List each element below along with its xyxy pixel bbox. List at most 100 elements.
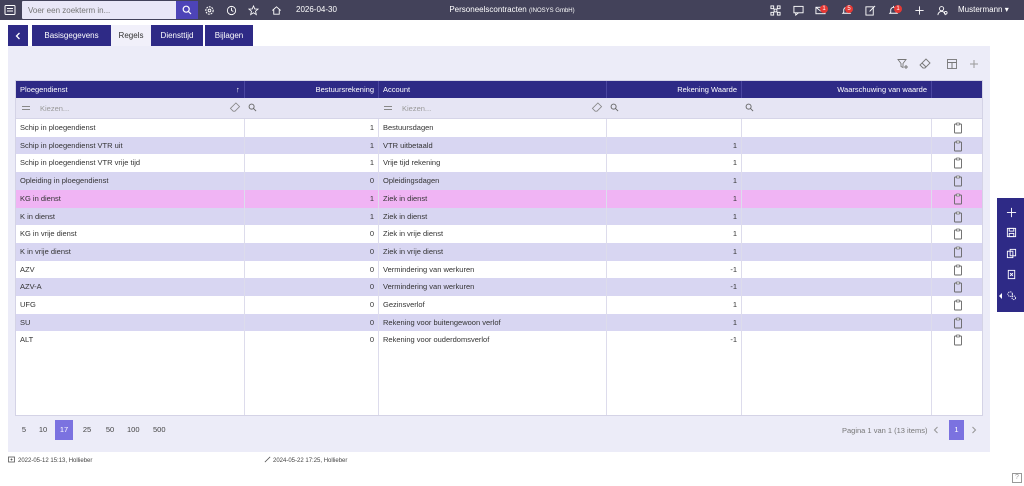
cell-waarschuwing [742, 261, 931, 279]
user-settings-icon[interactable] [936, 4, 948, 16]
header-bestuursrekening[interactable]: Bestuursrekening [245, 81, 378, 98]
tab-diensttijd[interactable]: Diensttijd [151, 25, 203, 46]
table-row[interactable]: Schip in ploegendienst VTR vrije tijd 1 Vr… [16, 154, 982, 173]
header-ploegendienst[interactable]: Ploegendienst [16, 81, 244, 98]
add-icon[interactable] [913, 4, 925, 16]
page-size-option[interactable]: 5 [17, 420, 31, 440]
table-row[interactable]: ALT 0 Rekening voor ouderdomsverlof -1 [16, 331, 982, 350]
delete-row-button[interactable] [932, 296, 982, 314]
cell-bestuursrekening: 1 [369, 193, 374, 203]
history-icon[interactable] [225, 4, 237, 16]
delete-row-button[interactable] [932, 278, 982, 296]
table-row[interactable]: AZV 0 Vermindering van werkuren -1 [16, 260, 982, 279]
table-row[interactable]: Schip in ploegendienst 1 Bestuursdagen [16, 119, 982, 137]
clear-filter-account-icon[interactable] [591, 102, 603, 115]
search-button[interactable] [176, 1, 198, 19]
add-row-icon[interactable] [968, 58, 980, 70]
filter-row: Kiezen... Kiezen... [16, 98, 982, 119]
delete-row-button[interactable] [932, 190, 982, 208]
cell-rekening-waarde: 1 [732, 140, 737, 150]
edit-icon[interactable] [864, 4, 876, 16]
tab-bijlagen[interactable]: Bijlagen [205, 25, 253, 46]
settings-icon[interactable] [203, 4, 215, 16]
next-page-icon[interactable] [968, 424, 980, 436]
delete-row-button[interactable] [932, 154, 982, 172]
cell-rekening-waarde: 1 [732, 158, 737, 168]
clipboard-icon [954, 157, 962, 169]
page-size-option[interactable]: 10 [36, 420, 50, 440]
filter-menu-icon[interactable] [21, 103, 31, 115]
filter-account-input[interactable]: Kiezen... [402, 104, 431, 113]
cell-account: Rekening voor buitengewoon verlof [383, 317, 501, 327]
header-rekening-waarde[interactable]: Rekening Waarde [607, 81, 741, 98]
top-bar: 2026-04-30 Personeelscontracten (INOSYS … [0, 0, 1024, 20]
network-icon[interactable] [769, 4, 781, 16]
global-search-input[interactable] [22, 1, 176, 19]
table-row[interactable]: K in dienst 1 Ziek in dienst 1 [16, 207, 982, 226]
clipboard-icon [954, 211, 962, 222]
page-size-option[interactable]: 25 [80, 420, 94, 440]
delete-row-button[interactable] [932, 119, 982, 137]
tab-regels[interactable]: Regels [111, 25, 151, 46]
favorite-star-icon[interactable] [247, 4, 259, 16]
column-chooser-icon[interactable] [946, 58, 958, 70]
notification-badge: 5 [845, 5, 853, 13]
cell-account: Vermindering van werkuren [383, 282, 475, 292]
table-row[interactable]: AZV-A 0 Vermindering van werkuren -1 [16, 278, 982, 297]
delete-row-button[interactable] [932, 208, 982, 226]
header-account[interactable]: Account [379, 81, 606, 98]
cell-ploegendienst: Opleiding in ploegendienst [20, 176, 109, 186]
menu-icon[interactable] [4, 4, 16, 16]
home-icon[interactable] [270, 4, 282, 16]
sidebar-save-icon[interactable] [1005, 226, 1017, 238]
page-size-option[interactable]: 500 [151, 420, 168, 440]
back-button[interactable] [8, 25, 28, 46]
filter-waarschuwing-search-icon[interactable] [745, 103, 754, 114]
delete-row-button[interactable] [932, 172, 982, 190]
rules-grid: Ploegendienst ↑ Bestuursrekening Account… [15, 80, 983, 416]
page-size-option[interactable]: 50 [103, 420, 117, 440]
filter-add-icon[interactable] [897, 58, 909, 70]
grid-header: Ploegendienst ↑ Bestuursrekening Account… [16, 81, 982, 98]
delete-row-button[interactable] [932, 314, 982, 332]
table-row[interactable]: UFG 0 Gezinsverlof 1 [16, 296, 982, 314]
created-info: 2022-05-12 15:13, Hollieber [8, 456, 92, 465]
filter-account-menu-icon[interactable] [383, 103, 393, 115]
header-waarschuwing[interactable]: Waarschuwing van waarde [742, 81, 931, 98]
sidebar-settings-icon[interactable] [1005, 289, 1017, 301]
chat-icon[interactable] [792, 4, 804, 16]
clear-filter-icon[interactable] [229, 102, 241, 115]
page-button-current[interactable]: 1 [949, 420, 964, 440]
delete-row-button[interactable] [932, 137, 982, 155]
sidebar-add-icon[interactable] [1005, 206, 1017, 218]
help-icon[interactable]: ? [1012, 473, 1022, 483]
sidebar-copy-icon[interactable] [1005, 247, 1017, 259]
prev-page-icon[interactable] [930, 424, 942, 436]
cell-account: Vrije tijd rekening [383, 158, 441, 168]
delete-row-button[interactable] [932, 225, 982, 243]
delete-row-button[interactable] [932, 243, 982, 261]
page-size-option[interactable]: 100 [125, 420, 142, 440]
cell-rekening-waarde: 1 [732, 229, 737, 239]
filter-waarde-search-icon[interactable] [610, 103, 619, 114]
filter-search-icon[interactable] [248, 103, 257, 114]
table-row[interactable]: KG in vrije dienst 0 Ziek in vrije dienst 1 [16, 225, 982, 244]
filter-ploegendienst-input[interactable]: Kiezen... [40, 104, 69, 113]
eraser-icon[interactable] [919, 58, 931, 70]
pencil-icon [264, 456, 271, 465]
delete-row-button[interactable] [932, 261, 982, 279]
table-row[interactable]: Opleiding in ploegendienst 0 Opleidingsdag… [16, 172, 982, 191]
page-size-option[interactable]: 17 [55, 420, 73, 440]
delete-row-button[interactable] [932, 331, 982, 349]
tab-basisgegevens[interactable]: Basisgegevens [32, 25, 111, 46]
sidebar-delete-icon[interactable] [1005, 268, 1017, 280]
cell-ploegendienst: AZV [20, 264, 35, 274]
table-row[interactable]: K in vrije dienst 0 Ziek in vrije dienst 1 [16, 242, 982, 261]
user-menu[interactable]: Mustermann ▾ [958, 5, 1009, 14]
cell-account: Ziek in vrije dienst [383, 246, 444, 256]
table-row[interactable]: KG in dienst 1 Ziek in dienst 1 [16, 189, 982, 208]
sidebar-collapse-icon[interactable] [999, 293, 1002, 299]
table-row[interactable]: Schip in ploegendienst VTR uit 1 VTR uitbe… [16, 136, 982, 155]
table-row[interactable]: SU 0 Rekening voor buitengewoon verlof 1 [16, 313, 982, 332]
clipboard-icon [954, 175, 962, 187]
